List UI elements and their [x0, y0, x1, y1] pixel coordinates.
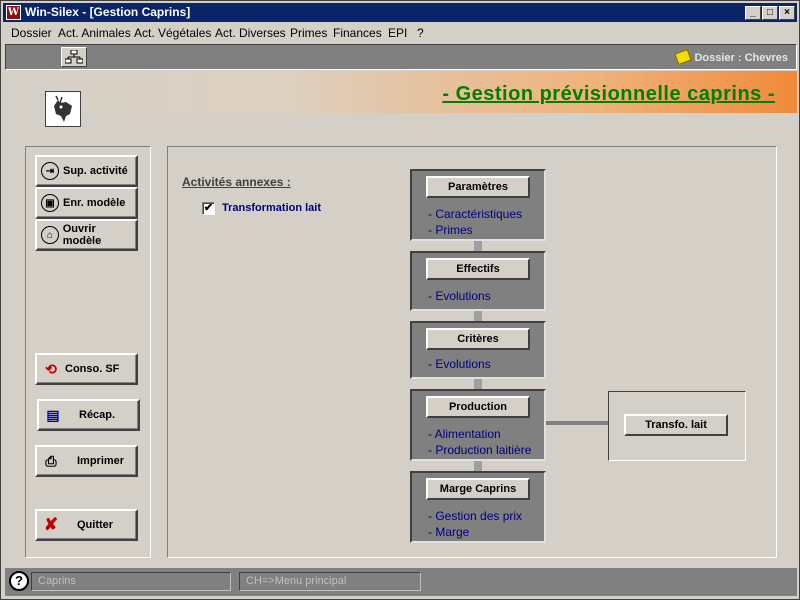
- transformation-lait-checkbox[interactable]: ✔: [202, 202, 215, 215]
- link-production-laitiere[interactable]: - Production laitière: [428, 443, 531, 457]
- conso-sf-button[interactable]: ⟲ Conso. SF: [35, 353, 138, 385]
- link-evolutions-effectifs[interactable]: - Evolutions: [428, 289, 491, 303]
- transfo-lait-button[interactable]: Transfo. lait: [624, 414, 728, 436]
- save-model-button[interactable]: ▣ Enr. modèle: [35, 187, 138, 219]
- app-icon[interactable]: W: [6, 5, 21, 20]
- page-title: - Gestion prévisionnelle caprins -: [442, 83, 775, 105]
- actions-panel: ⇥ Sup. activité ▣ Enr. modèle ⌂ Ouvrir m…: [25, 146, 151, 558]
- toolbar: Dossier : Chevres: [5, 44, 797, 70]
- quit-label: Quitter: [77, 519, 114, 531]
- step-production: Production - Alimentation - Production l…: [410, 389, 546, 461]
- link-primes[interactable]: - Primes: [428, 223, 473, 237]
- step-connector: [474, 379, 482, 389]
- step-connector: [474, 461, 482, 471]
- dossier-indicator: Dossier : Chevres: [674, 48, 788, 66]
- menu-primes[interactable]: Primes: [290, 26, 327, 40]
- status-bar: ? Caprins CH=>Menu principal: [5, 568, 797, 596]
- recap-sheet-icon: ▤: [46, 406, 60, 423]
- open-model-button[interactable]: ⌂ Ouvrir modèle: [35, 219, 138, 251]
- link-caracteristiques[interactable]: - Caractéristiques: [428, 207, 522, 221]
- delete-activity-label: Sup. activité: [63, 165, 128, 177]
- annex-activities-title: Activités annexes :: [182, 175, 291, 189]
- link-gestion-des-prix[interactable]: - Gestion des prix: [428, 509, 522, 523]
- save-model-label: Enr. modèle: [63, 197, 126, 209]
- delete-activity-button[interactable]: ⇥ Sup. activité: [35, 155, 138, 187]
- workflow-panel: Activités annexes : ✔ Transformation lai…: [167, 146, 777, 558]
- menu-bar: Dossier Act. Animales Act. Végétales Act…: [3, 23, 797, 42]
- menu-dossier[interactable]: Dossier: [11, 26, 52, 40]
- effectifs-button[interactable]: Effectifs: [426, 258, 530, 280]
- maximize-button[interactable]: □: [762, 6, 778, 20]
- title-bar: W Win-Silex - [Gestion Caprins] _ □ ×: [3, 3, 797, 22]
- printer-icon: ⎙: [45, 452, 57, 469]
- link-marge[interactable]: - Marge: [428, 525, 469, 539]
- menu-epi[interactable]: EPI: [388, 26, 407, 40]
- transformation-lait-label[interactable]: Transformation lait: [222, 202, 321, 214]
- menu-act-diverses[interactable]: Act. Diverses: [215, 26, 286, 40]
- open-model-label: Ouvrir modèle: [62, 223, 102, 247]
- link-evolutions-criteres[interactable]: - Evolutions: [428, 357, 491, 371]
- header-banner: - Gestion prévisionnelle caprins -: [5, 71, 797, 113]
- transfo-lait-box: Transfo. lait: [608, 391, 746, 461]
- menu-finances[interactable]: Finances: [333, 26, 382, 40]
- step-parametres: Paramètres - Caractéristiques - Primes: [410, 169, 546, 241]
- conso-sf-label: Conso. SF: [65, 363, 120, 375]
- step-marge-caprins: Marge Caprins - Gestion des prix - Marge: [410, 471, 546, 543]
- open-folder-icon: ⌂: [41, 226, 59, 244]
- step-effectifs: Effectifs - Evolutions: [410, 251, 546, 311]
- close-button[interactable]: ×: [779, 6, 795, 20]
- step-connector: [474, 241, 482, 251]
- criteres-button[interactable]: Critères: [426, 328, 530, 350]
- menu-help[interactable]: ?: [417, 26, 424, 40]
- quit-button[interactable]: ✘ Quitter: [35, 509, 138, 541]
- goat-logo-icon: [45, 91, 81, 127]
- parametres-button[interactable]: Paramètres: [426, 176, 530, 198]
- link-alimentation[interactable]: - Alimentation: [428, 427, 501, 441]
- quit-x-icon: ✘: [43, 515, 59, 534]
- status-field-activity: Caprins: [31, 572, 231, 591]
- minimize-button[interactable]: _: [745, 6, 761, 20]
- exchange-icon: ⟲: [45, 360, 57, 377]
- org-chart-icon[interactable]: [61, 47, 87, 67]
- recap-button[interactable]: ▤ Récap.: [37, 399, 140, 431]
- step-criteres: Critères - Evolutions: [410, 321, 546, 379]
- recap-label: Récap.: [79, 409, 116, 421]
- step-connector: [474, 311, 482, 321]
- dossier-label: Dossier : Chevres: [694, 52, 788, 64]
- menu-act-vegetales[interactable]: Act. Végétales: [134, 26, 211, 40]
- status-field-shortcut: CH=>Menu principal: [239, 572, 421, 591]
- print-button[interactable]: ⎙ Imprimer: [35, 445, 138, 477]
- menu-act-animales[interactable]: Act. Animales: [58, 26, 131, 40]
- marge-caprins-button[interactable]: Marge Caprins: [426, 478, 530, 500]
- window-title: Win-Silex - [Gestion Caprins]: [25, 5, 191, 19]
- help-icon[interactable]: ?: [9, 571, 29, 591]
- print-label: Imprimer: [77, 455, 125, 467]
- application-window: W Win-Silex - [Gestion Caprins] _ □ × Do…: [0, 0, 800, 600]
- floppy-disk-icon: ▣: [41, 194, 59, 212]
- delete-icon: ⇥: [41, 162, 59, 180]
- production-transfo-connector: [546, 421, 608, 425]
- production-button[interactable]: Production: [426, 396, 530, 418]
- note-icon: [674, 48, 693, 66]
